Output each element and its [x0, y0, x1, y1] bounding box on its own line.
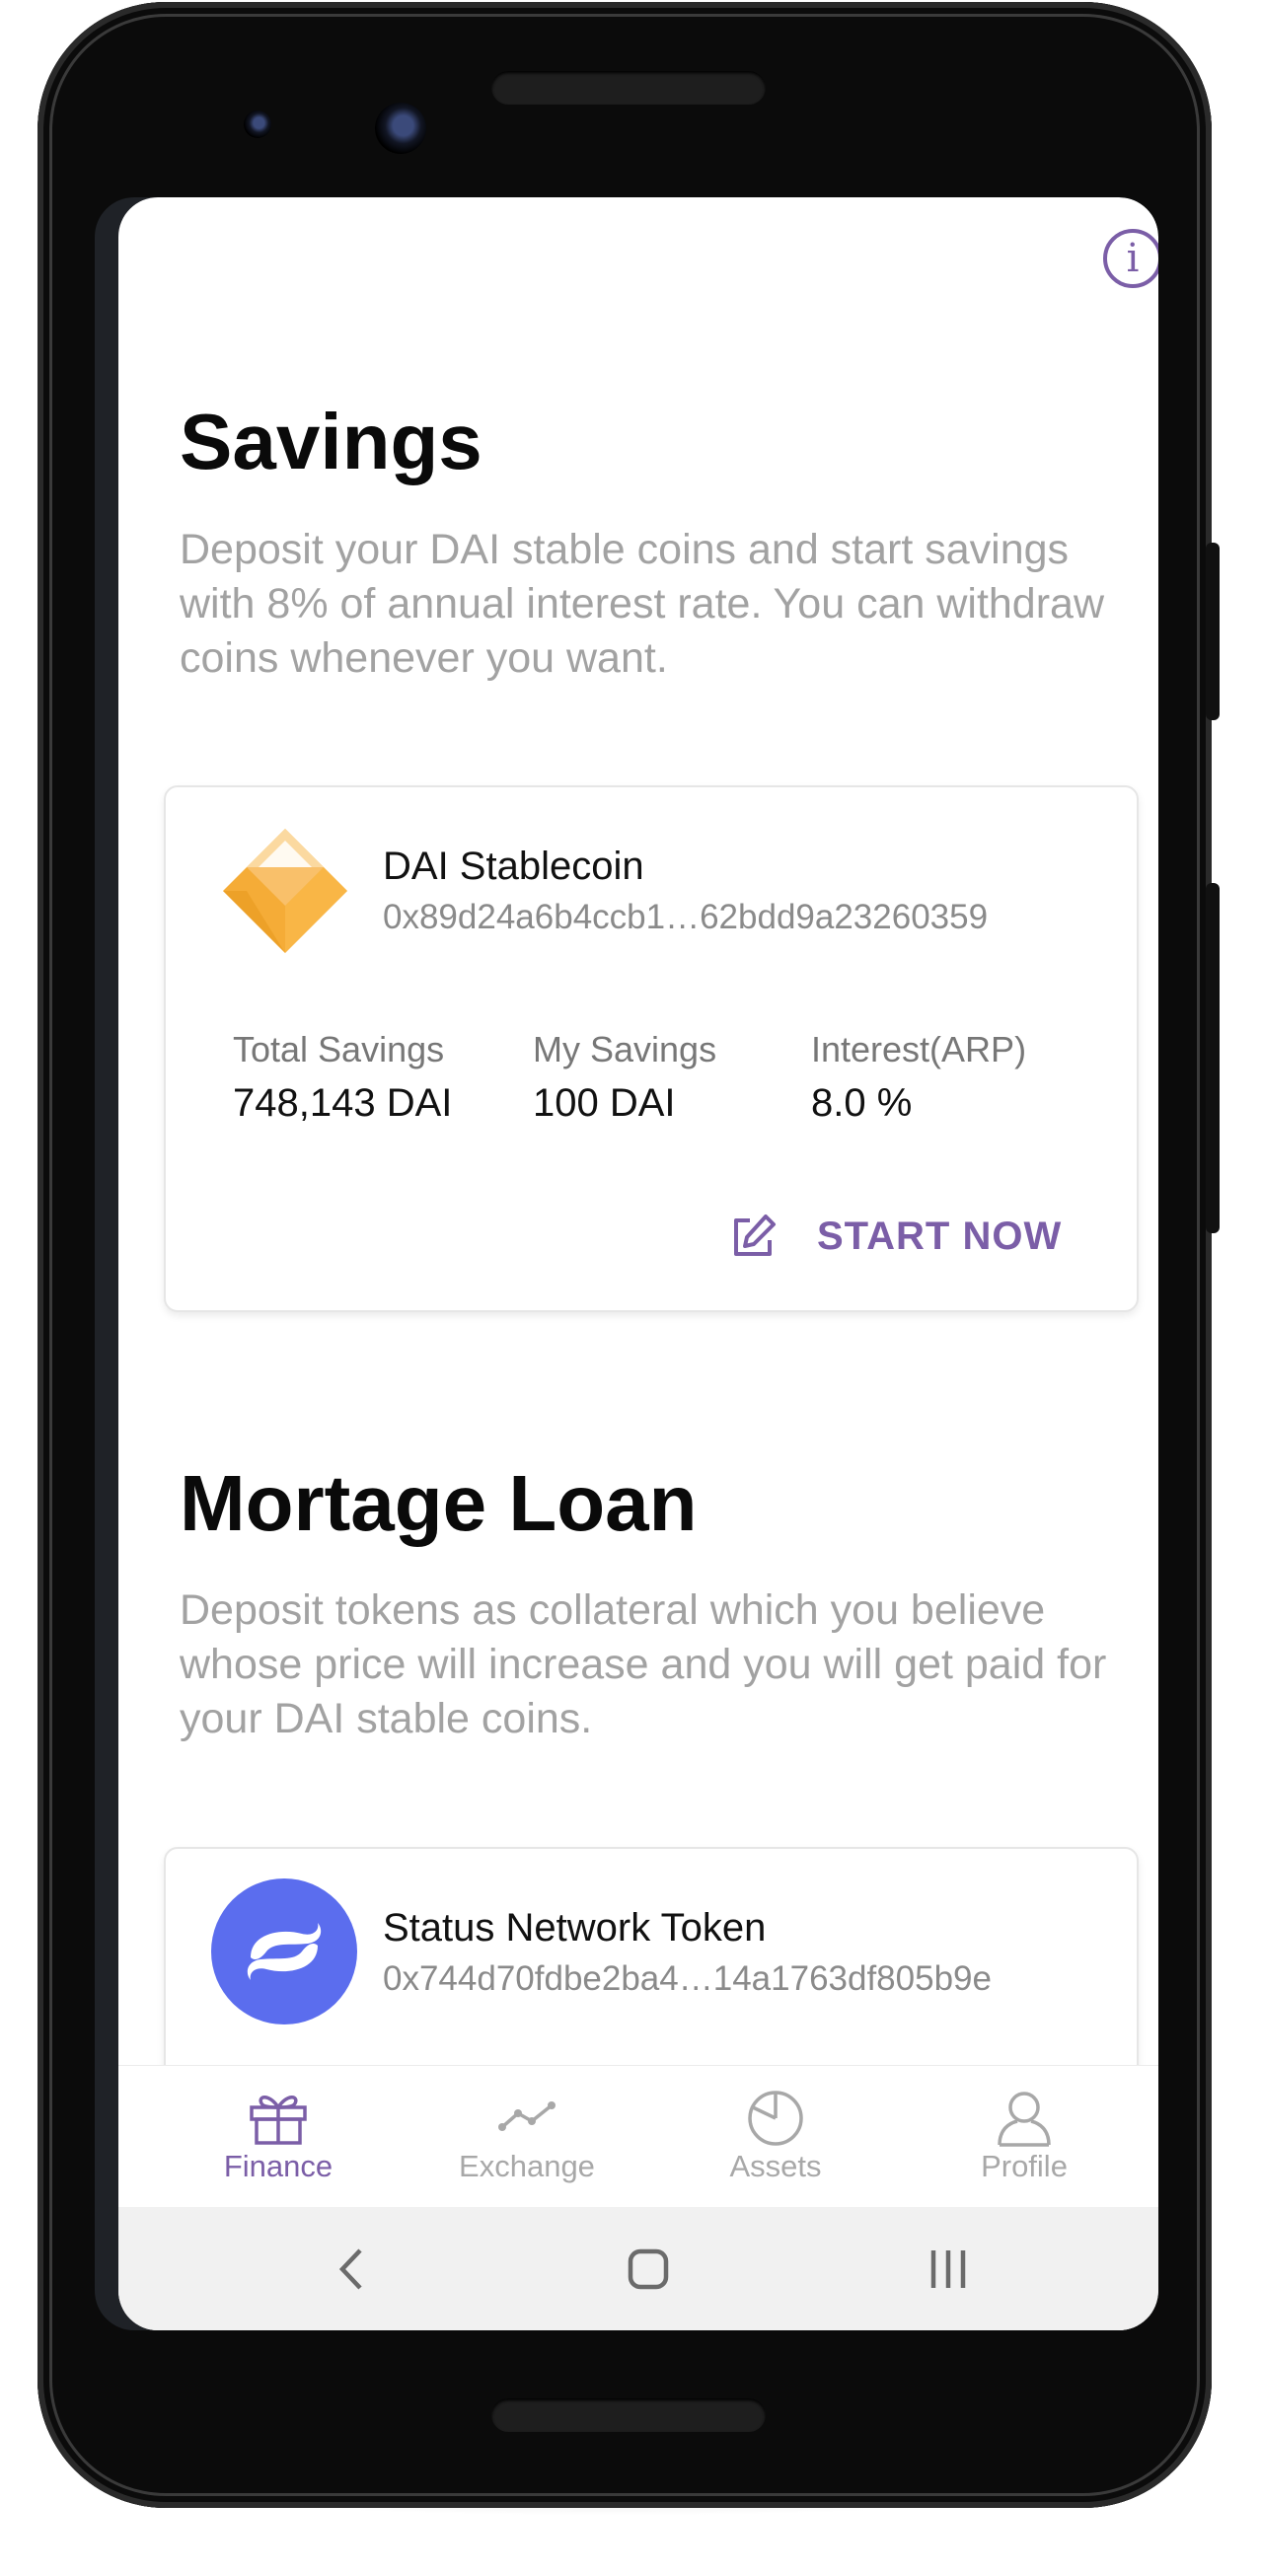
user-icon — [998, 2092, 1051, 2147]
bottom-nav: Finance Exchange Assets Profile — [118, 2065, 1158, 2208]
front-camera-icon — [375, 103, 426, 154]
savings-title: Savings — [180, 398, 482, 485]
power-button — [1206, 543, 1220, 720]
nav-finance[interactable]: Finance — [180, 2076, 377, 2204]
start-now-label: START NOW — [817, 1214, 1063, 1258]
nav-label: Finance — [223, 2149, 334, 2183]
back-icon[interactable] — [316, 2235, 385, 2304]
nav-label: Assets — [729, 2149, 822, 2183]
info-icon[interactable]: i — [1103, 229, 1158, 288]
nav-label: Exchange — [459, 2149, 595, 2183]
stat-label: My Savings — [533, 1029, 717, 1069]
token-name: Status Network Token — [383, 1906, 767, 1950]
nav-profile[interactable]: Profile — [926, 2076, 1123, 2204]
recents-icon[interactable] — [914, 2235, 983, 2304]
nav-exchange[interactable]: Exchange — [428, 2076, 626, 2204]
sensor-icon — [244, 110, 271, 138]
token-name: DAI Stablecoin — [383, 845, 644, 888]
start-now-button[interactable]: START NOW — [730, 1202, 1066, 1271]
edit-icon — [734, 1214, 776, 1256]
bottom-speaker — [491, 2398, 766, 2432]
stat-value: 748,143 DAI — [233, 1081, 453, 1125]
nav-label: Profile — [981, 2149, 1068, 2183]
status-network-logo-icon — [211, 1878, 357, 2024]
app-content: i Savings Deposit your DAI stable coins … — [118, 197, 1158, 2330]
token-address: 0x89d24a6b4ccb1…62bdd9a23260359 — [383, 898, 989, 936]
dai-logo-icon — [223, 829, 347, 953]
savings-description: Deposit your DAI stable coins and start … — [180, 526, 1105, 682]
earpiece-speaker — [491, 71, 766, 105]
pie-chart-icon — [748, 2091, 803, 2146]
stat-value: 100 DAI — [533, 1081, 676, 1125]
loan-title: Mortage Loan — [180, 1459, 698, 1547]
loan-description: Deposit tokens as collateral which you b… — [180, 1586, 1107, 1742]
nav-assets[interactable]: Assets — [677, 2076, 874, 2204]
savings-card: DAI Stablecoin 0x89d24a6b4ccb1…62bdd9a23… — [164, 785, 1139, 1312]
line-chart-icon — [498, 2101, 556, 2131]
stat-value: 8.0 % — [811, 1081, 913, 1125]
system-nav-bar — [118, 2207, 1158, 2330]
token-address: 0x744d70fdbe2ba4…14a1763df805b9e — [383, 1959, 992, 1998]
phone-screen: i Savings Deposit your DAI stable coins … — [95, 197, 1158, 2330]
home-icon[interactable] — [614, 2235, 683, 2304]
stat-label: Total Savings — [233, 1029, 445, 1069]
volume-button — [1206, 883, 1220, 1233]
stat-label: Interest(ARP) — [811, 1029, 1027, 1069]
gift-icon — [250, 2096, 307, 2145]
